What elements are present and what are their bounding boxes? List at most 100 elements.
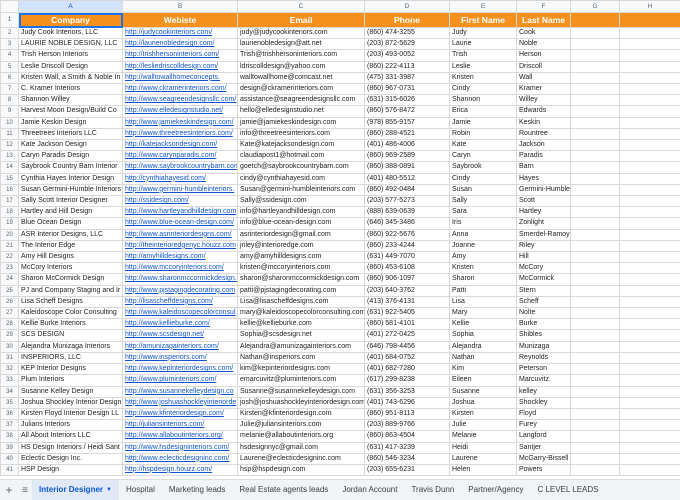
empty-cell[interactable] (620, 72, 680, 83)
website-link[interactable]: http://judycookinteriors.com/ (125, 29, 212, 36)
first-name-cell[interactable]: Kellie (450, 319, 517, 330)
phone-cell[interactable]: (860) 581-4101 (365, 319, 450, 330)
email-cell[interactable]: walltowallhome@comcast.net (238, 72, 365, 83)
website-link[interactable]: http://katejacksondesign.com/ (125, 141, 217, 148)
website-link[interactable]: http://www.scsdesign.net/ (125, 331, 204, 338)
spreadsheet-grid[interactable]: ABCDEFGH 1 CompanyWebisteEmailPhoneFirst… (0, 0, 680, 476)
row-number[interactable]: 18 (1, 207, 19, 218)
empty-cell[interactable] (571, 397, 620, 408)
column-header-b[interactable]: B (123, 1, 238, 13)
header-cell[interactable]: Company (19, 13, 123, 28)
company-cell[interactable]: Amy Hill Designs (19, 252, 123, 263)
first-name-cell[interactable]: Cindy (450, 173, 517, 184)
row-number[interactable]: 23 (1, 263, 19, 274)
last-name-cell[interactable]: Floyd (517, 408, 571, 419)
last-name-cell[interactable]: Hill (517, 252, 571, 263)
company-cell[interactable]: SCS DESIGN (19, 330, 123, 341)
row-number[interactable]: 11 (1, 128, 19, 139)
website-link[interactable]: http://hspdesign.houzz.com/ (125, 466, 212, 473)
website-link[interactable]: http://www.jamiekeskindesign.com/ (125, 119, 234, 126)
email-cell[interactable]: Kirsten@kfinteriordesign.com (238, 408, 365, 419)
website-cell[interactable]: http://www.kaleidoscopecolorconsul (123, 308, 238, 319)
website-cell[interactable]: http://www.eclecticdesigninc.com/ (123, 453, 238, 464)
email-cell[interactable]: amy@amyhilldesigns.com (238, 252, 365, 263)
phone-cell[interactable]: (401) 684-0752 (365, 352, 450, 363)
empty-cell[interactable] (571, 252, 620, 263)
empty-cell[interactable] (620, 263, 680, 274)
phone-cell[interactable]: (203) 577-5273 (365, 196, 450, 207)
first-name-cell[interactable]: Alejandra (450, 341, 517, 352)
email-cell[interactable]: cindy@cynthiahayesid.com (238, 173, 365, 184)
row-number[interactable]: 10 (1, 117, 19, 128)
phone-cell[interactable]: (860) 492-0484 (365, 184, 450, 195)
last-name-cell[interactable]: Zonlight (517, 218, 571, 229)
email-cell[interactable]: ldriscolldesign@yahoo.com (238, 61, 365, 72)
empty-cell[interactable] (571, 196, 620, 207)
website-cell[interactable]: http://www.threetreesinteriors.com/ (123, 128, 238, 139)
company-cell[interactable]: Susan Germini-Humble Interiors (19, 184, 123, 195)
company-cell[interactable]: Threetrees Interiors LLC (19, 128, 123, 139)
first-name-cell[interactable]: Kate (450, 140, 517, 151)
website-cell[interactable]: http://www.scsdesign.net/ (123, 330, 238, 341)
empty-cell[interactable] (571, 274, 620, 285)
phone-cell[interactable]: (631) 315-6026 (365, 95, 450, 106)
company-cell[interactable]: HSP Design (19, 464, 123, 475)
first-name-cell[interactable]: Joanne (450, 240, 517, 251)
company-cell[interactable]: Sally Scott Interior Designer (19, 196, 123, 207)
last-name-cell[interactable]: Santjer (517, 442, 571, 453)
first-name-cell[interactable]: Mary (450, 308, 517, 319)
empty-cell[interactable] (620, 240, 680, 251)
company-cell[interactable]: Sharon McCormick Design (19, 274, 123, 285)
website-cell[interactable]: http://www.ckramerinteriors.com/ (123, 84, 238, 95)
last-name-cell[interactable]: Driscoll (517, 61, 571, 72)
phone-cell[interactable]: (978) 855-9157 (365, 117, 450, 128)
company-cell[interactable]: KEP Interior Designs (19, 364, 123, 375)
empty-cell[interactable] (571, 95, 620, 106)
empty-header-cell[interactable] (620, 13, 680, 28)
email-cell[interactable]: laurienobledesign@att.net (238, 39, 365, 50)
phone-cell[interactable]: (646) 798-4456 (365, 341, 450, 352)
phone-cell[interactable]: (860) 388-0891 (365, 162, 450, 173)
website-link[interactable]: http://www.allaboutinteriors.org/ (125, 432, 223, 439)
last-name-cell[interactable]: Barn (517, 162, 571, 173)
last-name-cell[interactable]: McCory (517, 263, 571, 274)
empty-cell[interactable] (620, 229, 680, 240)
website-cell[interactable]: http://lisascheffdesigns.com/ (123, 296, 238, 307)
website-cell[interactable]: http://www.kfinteriordesign.com/ (123, 408, 238, 419)
empty-cell[interactable] (620, 274, 680, 285)
first-name-cell[interactable]: Trish (450, 50, 517, 61)
website-link[interactable]: http://www.joshuashockleyinteriorde (125, 399, 236, 406)
empty-cell[interactable] (620, 408, 680, 419)
header-cell[interactable]: Webiste (123, 13, 238, 28)
empty-cell[interactable] (571, 218, 620, 229)
website-link[interactable]: http://www.hartleyandhilldesign.com (125, 208, 236, 215)
company-cell[interactable]: All About Interiors LLC (19, 431, 123, 442)
last-name-cell[interactable]: Jackson (517, 140, 571, 151)
phone-cell[interactable]: (617) 299-8238 (365, 375, 450, 386)
empty-cell[interactable] (571, 207, 620, 218)
email-cell[interactable]: claudiapost1@hotmail.com (238, 151, 365, 162)
sheet-tab[interactable]: C LEVEL LEADS (530, 480, 605, 500)
empty-cell[interactable] (620, 420, 680, 431)
row-number[interactable]: 32 (1, 364, 19, 375)
phone-cell[interactable]: (401) 272-0425 (365, 330, 450, 341)
first-name-cell[interactable]: Sara (450, 207, 517, 218)
website-link[interactable]: http://www.kaleidoscopecolorconsul (125, 309, 236, 316)
row-number[interactable]: 24 (1, 274, 19, 285)
phone-cell[interactable]: (631) 417-3239 (365, 442, 450, 453)
website-cell[interactable]: http://www.susannekelleydesign.co (123, 386, 238, 397)
website-cell[interactable]: http://hspdesign.houzz.com/ (123, 464, 238, 475)
empty-cell[interactable] (620, 442, 680, 453)
phone-cell[interactable]: (888) 639-0639 (365, 207, 450, 218)
email-cell[interactable]: judy@judycookinteriors.com (238, 28, 365, 39)
row-number[interactable]: 37 (1, 420, 19, 431)
row-number[interactable]: 7 (1, 84, 19, 95)
website-link[interactable]: http://www.susannekelleydesign.co (125, 388, 234, 395)
phone-cell[interactable]: (860) 967-0731 (365, 84, 450, 95)
sheet-tab[interactable]: Interior Designer▼ (32, 480, 119, 500)
header-cell[interactable]: Email (238, 13, 365, 28)
email-cell[interactable]: Julie@juliansinteriors.com (238, 420, 365, 431)
website-link[interactable]: http://laurienobledesign.com/ (125, 40, 215, 47)
empty-cell[interactable] (571, 375, 620, 386)
row-number[interactable]: 25 (1, 285, 19, 296)
